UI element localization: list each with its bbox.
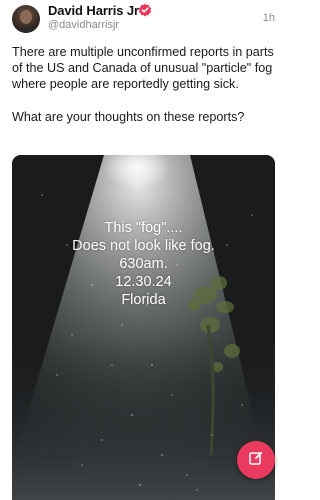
- edit-icon: [248, 450, 264, 471]
- media-caption: This "fog".... Does not look like fog. 6…: [12, 219, 275, 309]
- post-text: There are multiple unconfirmed reports i…: [12, 44, 275, 125]
- caption-line: This "fog"....: [104, 220, 183, 236]
- post-paragraph: What are your thoughts on these reports?: [12, 109, 245, 124]
- fog-photo: [12, 155, 275, 500]
- post-paragraph: There are multiple unconfirmed reports i…: [12, 45, 274, 92]
- post-screen: David Harris Jr @davidharrisjr 1h There …: [0, 0, 287, 500]
- post-header: David Harris Jr @davidharrisjr 1h: [0, 0, 287, 40]
- caption-line: Florida: [121, 292, 166, 308]
- avatar[interactable]: [12, 5, 40, 33]
- caption-line: 12.30.24: [115, 274, 172, 290]
- post-media-image[interactable]: This "fog".... Does not look like fog. 6…: [12, 155, 275, 500]
- author-handle[interactable]: @davidharrisjr: [48, 19, 119, 31]
- caption-line: 630am.: [119, 256, 168, 272]
- post-timestamp: 1h: [262, 12, 275, 24]
- verified-badge-icon: [138, 3, 152, 17]
- author-name[interactable]: David Harris Jr: [48, 3, 139, 18]
- compose-button[interactable]: [237, 441, 275, 479]
- caption-line: Does not look like fog.: [72, 238, 215, 254]
